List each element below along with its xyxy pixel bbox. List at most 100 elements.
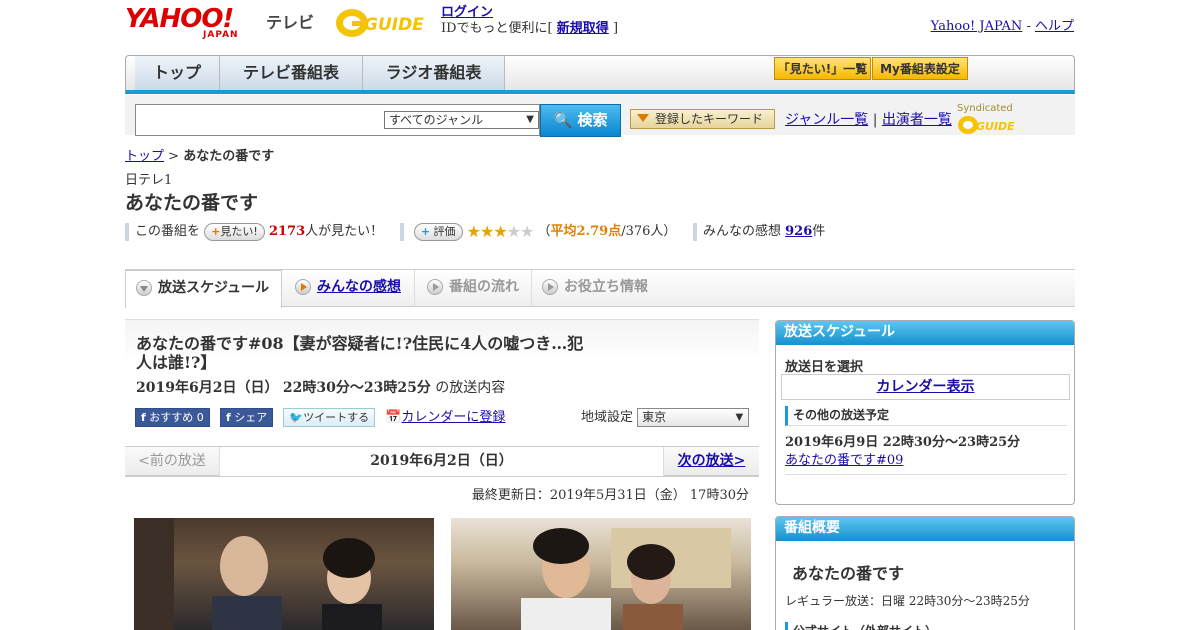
divider [399, 222, 404, 241]
summary-panel-title: 番組概要 [776, 517, 1074, 541]
svg-text:GUIDE: GUIDE [364, 15, 424, 35]
episode-photo-1 [134, 518, 434, 630]
play-icon [542, 279, 558, 295]
cast-list-link[interactable]: 出演者一覧 [882, 112, 952, 128]
facebook-share-label: シェア [234, 411, 268, 424]
gguide-logo[interactable]: GUIDE [334, 5, 430, 41]
mitai-prefix: この番組を [135, 224, 201, 239]
login-link[interactable]: ログイン [441, 5, 493, 20]
tab-schedule[interactable]: 放送スケジュール [125, 270, 282, 308]
tv-label: テレビ [266, 13, 315, 32]
episode-header: あなたの番です#08【妻が容疑者に!?住民に4人の嘘つき…犯人は誰!?】 201… [125, 319, 759, 444]
facebook-icon: f [141, 411, 146, 424]
calendar-view-cell: カレンダー表示 [781, 374, 1070, 400]
other-broadcast-link[interactable]: あなたの番です#09 [785, 453, 903, 468]
divider [692, 222, 697, 241]
next-broadcast-cell: 次の放送> [663, 447, 759, 476]
play-icon [427, 279, 443, 295]
region-select[interactable]: 東京 ▼ [637, 408, 750, 427]
tab-useful-info: お役立ち情報 [532, 270, 662, 307]
program-tabs: 放送スケジュール みんなの感想 番組の流れ お役立ち情報 [125, 269, 1075, 308]
impressions-prefix: みんなの感想 [702, 224, 781, 239]
region-setting: 地域設定 東京 ▼ [581, 406, 750, 427]
search-bar: すべてのジャンル ▼ 🔍 検索 登録したキーワード ジャンル一覧 | 出演者一覧… [125, 95, 1075, 137]
impressions-count-link[interactable]: 926 [785, 224, 812, 239]
logo-sub: JAPAN [203, 30, 239, 40]
syndicated-gguide: Syndicated GUIDE [957, 103, 1075, 136]
triangle-down-icon [637, 114, 649, 122]
tab-useful-info-label: お役立ち情報 [564, 279, 648, 295]
tab-impressions[interactable]: みんなの感想 [285, 270, 415, 307]
mitai-list-button[interactable]: 「見たい!」一覧 [774, 57, 871, 80]
login-note-suffix: ] [612, 21, 619, 36]
breadcrumb-current: あなたの番です [183, 149, 275, 164]
tweet-button[interactable]: 🐦ツイートする [283, 408, 376, 427]
episode-photo-1-image [134, 518, 382, 630]
episode-date: 2019年6月2日（日） [136, 380, 279, 396]
rating-stars-filled: ★★★ [466, 222, 508, 241]
program-stats: この番組を +見たい! 2173人が見たい！ + 評価 ★★★★★ （平均2.7… [125, 220, 825, 242]
registered-keywords-label: 登録したキーワード [655, 112, 764, 126]
tab-program-flow: 番組の流れ [417, 270, 532, 307]
mitai-button-label: 見たい! [220, 224, 258, 238]
nav-tab-radio-schedule[interactable]: ラジオ番組表 [363, 56, 505, 90]
other-broadcast-date: 2019年6月9日 22時30分～23時25分 [785, 435, 1021, 450]
registered-keywords-button[interactable]: 登録したキーワード [630, 109, 775, 129]
channel-name: 日テレ1 [125, 173, 173, 188]
other-broadcasts-heading: その他の放送予定 [785, 406, 1067, 426]
rating-open: （ [537, 224, 551, 239]
logo-text: YAHOO! [125, 4, 234, 34]
schedule-panel-title: 放送スケジュール [776, 321, 1074, 345]
impressions-suffix: 件 [812, 224, 826, 239]
help-link[interactable]: ヘルプ [1035, 19, 1074, 34]
mitai-count: 2173 [268, 224, 306, 239]
rate-button[interactable]: + 評価 [413, 222, 463, 241]
search-button[interactable]: 🔍 検索 [540, 104, 621, 137]
svg-text:GUIDE: GUIDE [976, 120, 1015, 133]
genre-select[interactable]: すべてのジャンル ▼ [384, 111, 539, 129]
episode-photo-2 [451, 518, 751, 630]
calendar-add-link[interactable]: カレンダーに登録 [401, 410, 505, 425]
broadcast-pager: <前の放送 2019年6月2日（日） 次の放送> [125, 446, 759, 477]
links-separator: | [872, 112, 878, 128]
play-icon [295, 279, 311, 295]
login-note-prefix: IDでもっと便利に[ [441, 21, 553, 36]
region-label: 地域設定 [581, 410, 634, 425]
tab-impressions-label: みんなの感想 [317, 279, 401, 295]
tab-program-flow-label: 番組の流れ [449, 279, 519, 295]
twitter-bird-icon: 🐦 [289, 411, 304, 424]
last-updated: 最終更新日：2019年5月31日（金） 17時30分 [471, 488, 749, 503]
nav-tab-top[interactable]: トップ [135, 56, 220, 90]
rating-average: 平均2.79点 [550, 224, 622, 239]
mitai-button[interactable]: +見たい! [204, 222, 265, 241]
syndicated-label: Syndicated [957, 103, 1013, 114]
tweet-label: ツイートする [303, 411, 370, 424]
plus-icon: + [420, 224, 431, 238]
genre-list-link[interactable]: ジャンル一覧 [785, 112, 868, 128]
plus-icon: + [211, 224, 221, 238]
rating-stars-empty: ★★ [506, 222, 535, 241]
yahoo-japan-logo[interactable]: YAHOO! JAPAN [125, 6, 263, 42]
signup-link[interactable]: 新規取得 [557, 21, 609, 36]
facebook-recommend-button[interactable]: f おすすめ 0 [135, 408, 210, 427]
facebook-recommend-label: おすすめ 0 [149, 411, 204, 424]
my-schedule-button[interactable]: My番組表設定 [872, 57, 968, 80]
search-button-label: 検索 [577, 111, 608, 129]
episode-time: 22時30分～23時25分 [282, 380, 431, 396]
yahoo-japan-link[interactable]: Yahoo! JAPAN [931, 19, 1023, 34]
current-broadcast-date: 2019年6月2日（日） [220, 447, 663, 476]
social-buttons: f おすすめ 0 f シェア 🐦ツイートする 📅カレンダーに登録 [135, 406, 505, 427]
summary-regular-broadcast: レギュラー放送：日曜 22時30分～23時25分 [785, 594, 1030, 608]
facebook-share-button[interactable]: f シェア [219, 408, 274, 427]
next-broadcast-link[interactable]: 次の放送> [678, 453, 746, 469]
calendar-add-icon: 📅 [385, 410, 402, 425]
search-links: ジャンル一覧 | 出演者一覧 [785, 109, 952, 129]
login-box: ログイン IDでもっと便利に[ 新規取得 ] [441, 5, 618, 37]
nav-tab-tv-schedule[interactable]: テレビ番組表 [220, 56, 363, 90]
episode-photo-2-image [521, 528, 731, 630]
calendar-view-link[interactable]: カレンダー表示 [877, 379, 975, 395]
official-site-heading: 公式サイト（外部サイト） [785, 622, 937, 630]
global-nav: トップ テレビ番組表 ラジオ番組表 「見たい!」一覧 My番組表設定 [125, 55, 1075, 94]
rating-stars: ★★★★★ [466, 222, 535, 241]
breadcrumb-top-link[interactable]: トップ [125, 149, 164, 164]
